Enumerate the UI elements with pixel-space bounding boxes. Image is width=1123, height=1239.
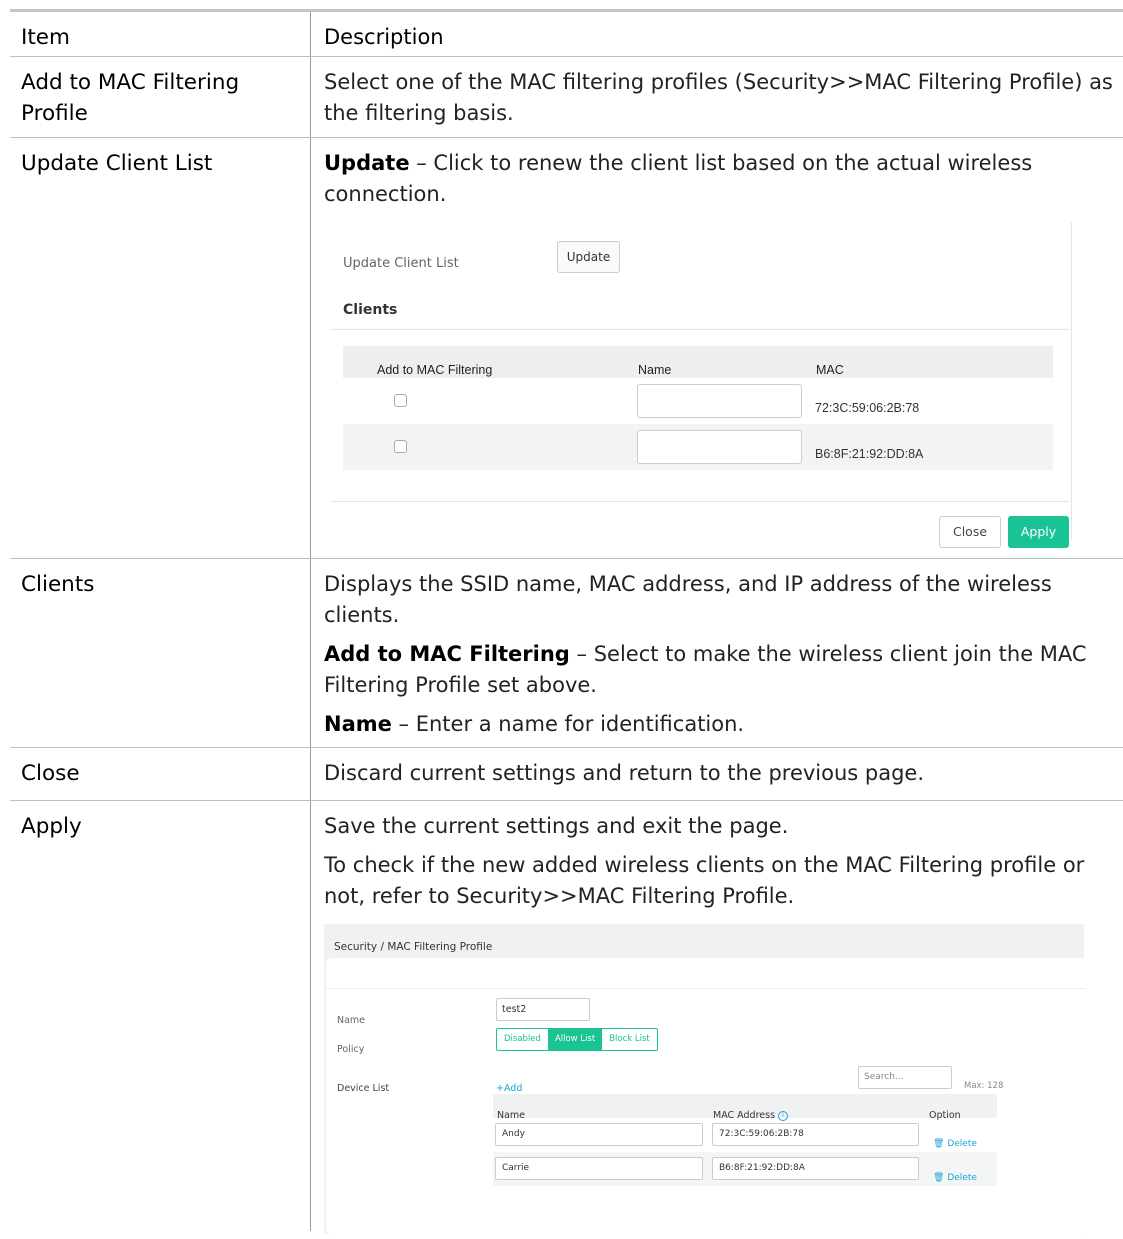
divider bbox=[331, 501, 1069, 502]
delete-label: Delete bbox=[947, 1173, 977, 1183]
divider bbox=[326, 988, 1086, 989]
device-table-header: Name MAC Address i Option bbox=[493, 1094, 997, 1121]
device-list-label: Device List bbox=[337, 1083, 390, 1094]
mac-filtering-profile-screenshot: Security / MAC Filtering Profile Name te… bbox=[324, 924, 1086, 1234]
delete-button[interactable]: 🗑 Delete bbox=[933, 1163, 977, 1194]
update-client-list-label: Update Client List bbox=[343, 256, 459, 271]
table-row: Close Discard current settings and retur… bbox=[10, 747, 1123, 800]
delete-label: Delete bbox=[947, 1139, 977, 1149]
row-description-text: – Enter a name for identification. bbox=[391, 712, 745, 736]
client-mac: 72:3C:59:06:2B:78 bbox=[815, 401, 920, 415]
row-description-bold: Update bbox=[324, 151, 410, 175]
update-button[interactable]: Update bbox=[557, 241, 620, 273]
row-description-text: To check if the new added wireless clien… bbox=[324, 853, 1085, 908]
add-to-filtering-checkbox[interactable] bbox=[394, 440, 407, 453]
table-row: B6:8F:21:92:DD:8A bbox=[343, 424, 1053, 470]
table-row: Andy 72:3C:59:06:2B:78 🗑 Delete bbox=[493, 1118, 997, 1152]
policy-selector: Disabled Allow List Block List bbox=[496, 1028, 658, 1051]
client-name-input[interactable] bbox=[637, 384, 802, 418]
row-description-text: Displays the SSID name, MAC address, and… bbox=[324, 572, 1052, 627]
policy-label: Policy bbox=[337, 1044, 365, 1055]
device-name-input[interactable]: Carrie bbox=[495, 1157, 703, 1180]
table-row: Carrie B6:8F:21:92:DD:8A 🗑 Delete bbox=[493, 1152, 997, 1186]
row-description: Displays the SSID name, MAC address, and… bbox=[311, 559, 1123, 747]
profile-name-input[interactable]: test2 bbox=[496, 998, 590, 1021]
row-item: Update Client List bbox=[10, 138, 311, 558]
row-description-bold: Name bbox=[324, 712, 392, 736]
search-input[interactable]: Search... bbox=[858, 1066, 952, 1089]
row-item: Apply bbox=[10, 801, 311, 1231]
table-row: Clients Displays the SSID name, MAC addr… bbox=[10, 558, 1123, 747]
trash-icon: 🗑 bbox=[933, 1173, 945, 1183]
parameter-table: Item Description Add to MAC Filtering Pr… bbox=[10, 12, 1123, 1234]
client-mac: B6:8F:21:92:DD:8A bbox=[815, 447, 924, 461]
row-description-text: – Click to renew the client list based o… bbox=[324, 151, 1033, 206]
row-description: Save the current settings and exit the p… bbox=[311, 801, 1123, 1234]
row-item: Close bbox=[10, 748, 311, 800]
apply-button[interactable]: Apply bbox=[1008, 516, 1069, 548]
divider bbox=[331, 329, 1069, 330]
row-description-text: Discard current settings and return to t… bbox=[324, 761, 925, 785]
row-description-text: Select one of the MAC filtering profiles… bbox=[324, 70, 1113, 125]
row-description: Update – Click to renew the client list … bbox=[311, 138, 1123, 558]
row-description-text: Save the current settings and exit the p… bbox=[324, 814, 789, 838]
header-description: Description bbox=[324, 25, 444, 49]
row-description: Select one of the MAC filtering profiles… bbox=[311, 57, 1123, 137]
table-row: Update Client List Update – Click to ren… bbox=[10, 137, 1123, 558]
header-item: Item bbox=[10, 12, 311, 56]
table-row: 72:3C:59:06:2B:78 bbox=[343, 378, 1053, 424]
row-description: Discard current settings and return to t… bbox=[311, 748, 1123, 800]
device-mac-input[interactable]: 72:3C:59:06:2B:78 bbox=[712, 1123, 919, 1146]
device-mac-input[interactable]: B6:8F:21:92:DD:8A bbox=[712, 1157, 919, 1180]
name-label: Name bbox=[337, 1015, 366, 1026]
clients-table-header: Add to MAC Filtering Name MAC bbox=[343, 346, 1053, 378]
trash-icon: 🗑 bbox=[933, 1139, 945, 1149]
update-client-list-screenshot: Update Client List Update Clients Add to… bbox=[324, 222, 1072, 548]
table-header-row: Item Description bbox=[10, 12, 1123, 56]
profile-panel: Name test2 Policy Disabled Allow List Bl… bbox=[326, 958, 1086, 1234]
row-item: Add to MAC Filtering Profile bbox=[10, 57, 311, 137]
table-row: Apply Save the current settings and exit… bbox=[10, 800, 1123, 1234]
clients-title: Clients bbox=[343, 302, 398, 318]
row-description-bold: Add to MAC Filtering bbox=[324, 642, 570, 666]
policy-allow-list[interactable]: Allow List bbox=[547, 1029, 603, 1050]
close-button[interactable]: Close bbox=[939, 516, 1001, 548]
row-item: Clients bbox=[10, 559, 311, 747]
client-name-input[interactable] bbox=[637, 430, 802, 464]
table-row: Add to MAC Filtering Profile Select one … bbox=[10, 56, 1123, 137]
device-name-input[interactable]: Andy bbox=[495, 1123, 703, 1146]
policy-block-list[interactable]: Block List bbox=[602, 1029, 657, 1050]
policy-disabled[interactable]: Disabled bbox=[497, 1029, 548, 1050]
add-to-filtering-checkbox[interactable] bbox=[394, 394, 407, 407]
